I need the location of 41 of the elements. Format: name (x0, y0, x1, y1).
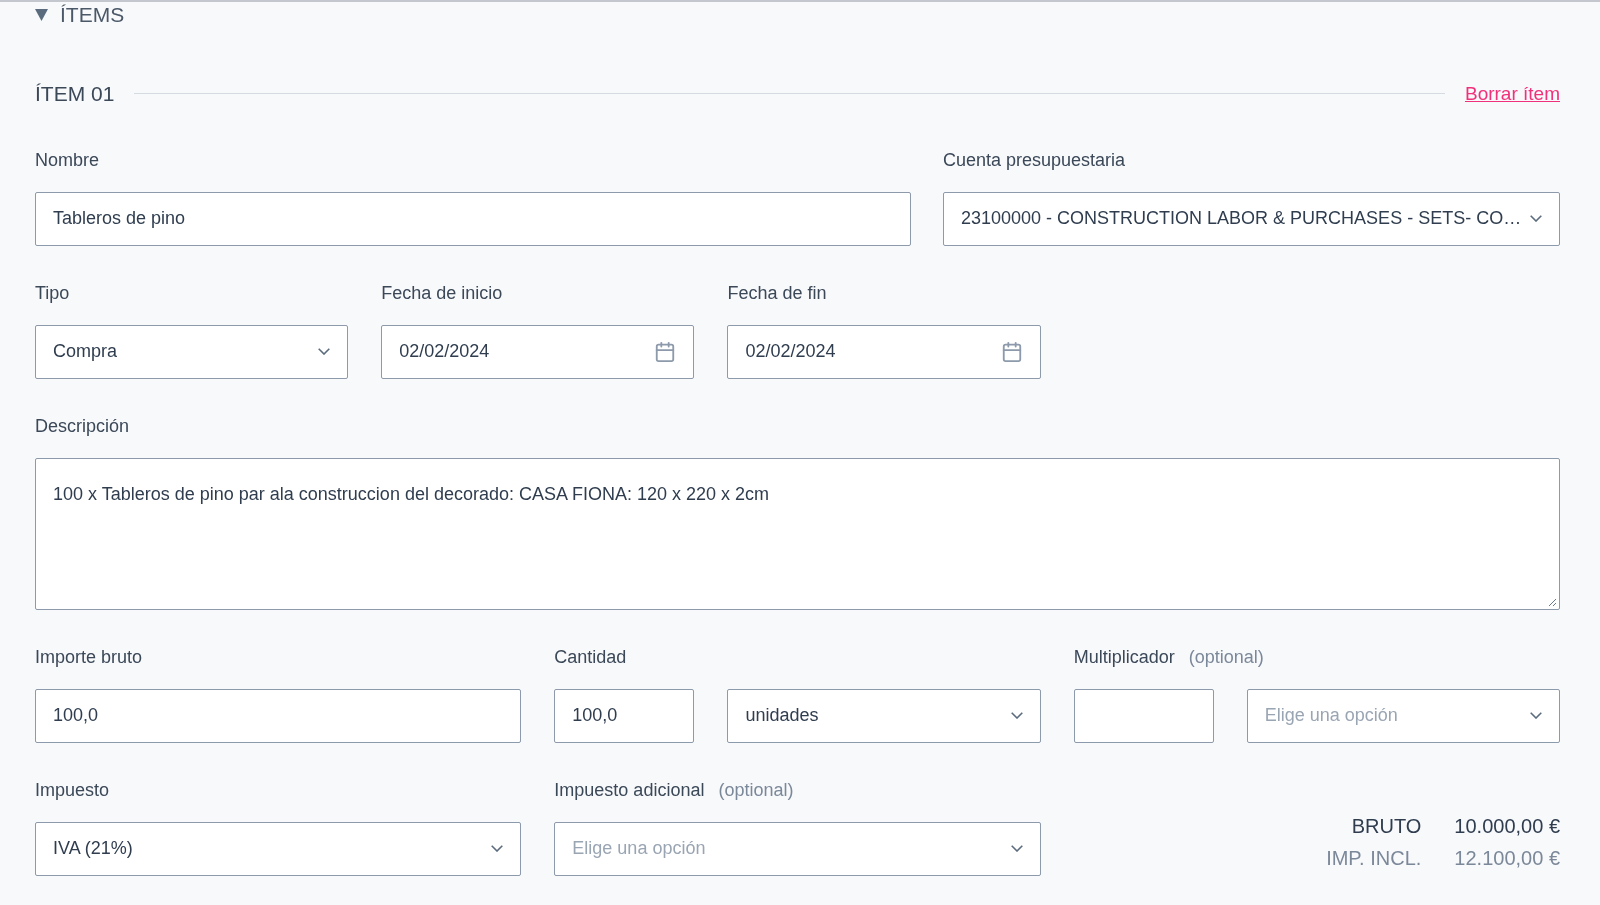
field-label: Fecha de fin (727, 282, 827, 305)
field-label: Descripción (35, 415, 130, 438)
field-label: Nombre (35, 149, 100, 172)
field-label: Cantidad (554, 646, 627, 669)
chevron-down-icon (318, 348, 331, 355)
input-field[interactable]: Tableros de pino (35, 191, 911, 246)
field-label: Multiplicador (1073, 646, 1175, 669)
field-label: Impuesto (35, 779, 110, 802)
calendar-icon (654, 340, 677, 363)
chevron-down-icon (491, 845, 504, 852)
field-label: Fecha de inicio (381, 282, 503, 305)
textarea-field[interactable]: 100 x Tableros de pino par ala construccion del decorado: CASA FIONA: 120 x 220 x 2cm (35, 457, 1560, 610)
select-field[interactable]: Compra (35, 324, 349, 379)
field-label: Importe bruto (35, 646, 143, 669)
field-label: Cuenta presupuestaria (943, 149, 1126, 172)
delete-item-link[interactable]: Borrar ítem (1464, 79, 1560, 108)
total-label: IMP. INCL. (1326, 845, 1422, 871)
chevron-down-icon (1530, 712, 1542, 719)
optional-hint: (optional) (1188, 646, 1264, 669)
total-label: BRUTO (1351, 813, 1422, 839)
total-value: 10.000,00 € (1454, 813, 1560, 839)
total-value: 12.100,00 € (1454, 845, 1560, 871)
resize-handle-icon[interactable] (1547, 596, 1557, 607)
select-field[interactable]: unidades (727, 688, 1041, 743)
input-field[interactable]: 100,0 (35, 688, 522, 743)
calendar-icon (1000, 340, 1023, 363)
triangle-icon[interactable] (35, 9, 48, 21)
field-label: Tipo (35, 282, 70, 305)
select-field[interactable]: IVA (21%) (35, 821, 522, 876)
optional-hint: (optional) (718, 779, 794, 802)
chevron-down-icon (1530, 215, 1542, 222)
chevron-down-icon (1010, 712, 1023, 719)
input-field[interactable]: 100,0 (554, 688, 695, 743)
select-field[interactable]: 23100000 - CONSTRUCTION LABOR & PURCHASES - SETS- CO… (943, 191, 1560, 246)
section-title: ÍTEMS (60, 2, 125, 29)
field-label: Impuesto adicional (554, 779, 705, 802)
date-field[interactable]: 02/02/2024 (727, 324, 1041, 379)
item-title: ÍTEM 01 (35, 81, 115, 107)
date-field[interactable]: 02/02/2024 (381, 324, 695, 379)
input-field[interactable] (1073, 688, 1214, 743)
chevron-down-icon (1010, 845, 1023, 852)
